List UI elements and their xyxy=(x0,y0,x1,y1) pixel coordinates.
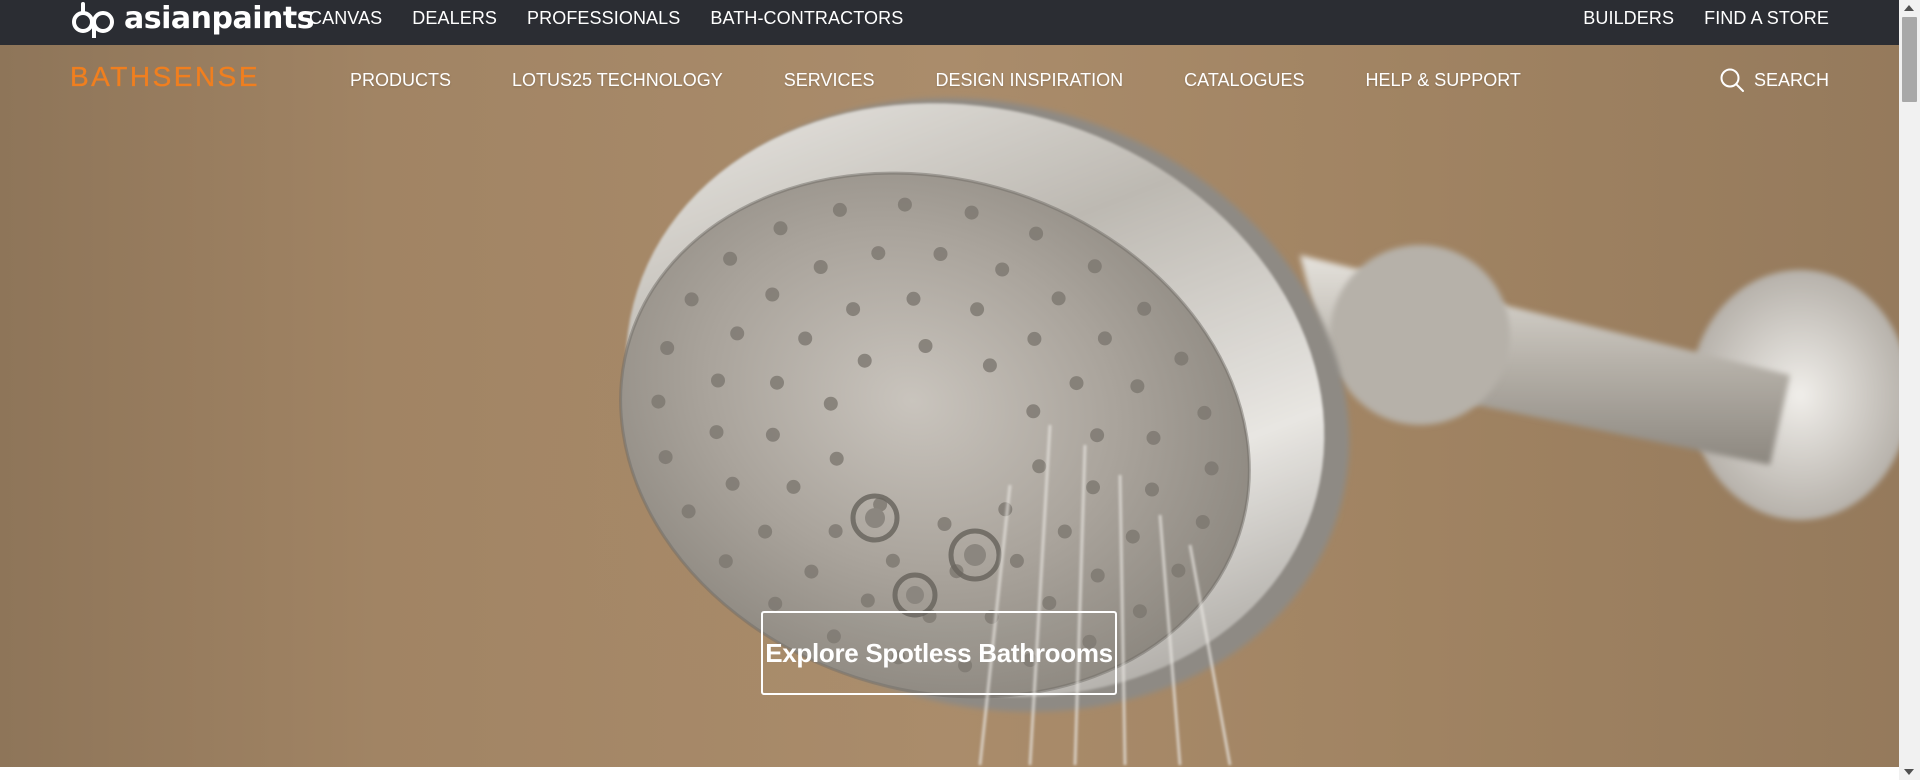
nozzle-dot xyxy=(658,450,673,465)
nozzle-dot xyxy=(1087,259,1102,274)
utility-link-bath-contractors[interactable]: BATH-CONTRACTORS xyxy=(710,8,903,29)
nozzle-dot xyxy=(758,524,773,539)
nozzle-dot xyxy=(1171,563,1186,578)
search-icon xyxy=(1720,68,1744,92)
nozzle-dot xyxy=(718,554,733,569)
nozzle-dot xyxy=(1125,529,1140,544)
nozzle-dot xyxy=(970,302,985,317)
scroll-down-icon[interactable] xyxy=(1904,769,1914,775)
nozzle-dot xyxy=(828,524,843,539)
nozzle-dot xyxy=(1042,596,1057,610)
nozzle-dot xyxy=(832,202,847,217)
nozzle-dot xyxy=(813,260,828,274)
nozzle-dot xyxy=(723,251,738,266)
scroll-up-icon[interactable] xyxy=(1904,5,1914,11)
asianpaints-logo-mark-icon xyxy=(72,2,114,38)
nozzle-dot xyxy=(998,502,1013,517)
nozzle-dot xyxy=(897,197,912,212)
nozzle-dot xyxy=(933,247,948,261)
nozzle-dot xyxy=(773,221,788,236)
nozzle-dot xyxy=(770,375,784,390)
nozzle-dot xyxy=(860,593,875,608)
nozzle-dot xyxy=(1090,568,1105,583)
nozzle-dot xyxy=(823,396,838,411)
nav-help-support[interactable]: HELP & SUPPORT xyxy=(1366,70,1521,91)
nozzle-dot xyxy=(1057,524,1072,539)
nav-design-inspiration[interactable]: DESIGN INSPIRATION xyxy=(935,70,1123,91)
nozzle-dot xyxy=(846,302,861,317)
nozzle-dot xyxy=(1069,376,1084,391)
bathsense-nav: BATHSENSE PRODUCTS LOTUS25 TECHNOLOGY SE… xyxy=(0,45,1899,115)
nozzle-dot xyxy=(765,427,780,442)
nozzle-dot xyxy=(684,292,699,307)
nozzle-dot xyxy=(1086,480,1100,495)
nozzle-dot xyxy=(798,331,813,346)
bathsense-logo[interactable]: BATHSENSE xyxy=(70,61,260,93)
utility-link-canvas[interactable]: CANVAS xyxy=(309,8,382,29)
nozzle-dot xyxy=(1132,604,1147,619)
nozzle-dot xyxy=(829,451,844,466)
nav-lotus25-technology[interactable]: LOTUS25 TECHNOLOGY xyxy=(512,70,723,91)
nozzle-dot xyxy=(1204,461,1219,476)
utility-link-professionals[interactable]: PROFESSIONALS xyxy=(527,8,680,29)
nozzle-dot xyxy=(786,479,801,494)
nozzle-dot xyxy=(918,339,933,353)
nozzle-dot xyxy=(1090,428,1105,443)
nozzle-dot xyxy=(1097,331,1112,346)
utility-link-find-a-store[interactable]: FIND A STORE xyxy=(1704,8,1829,29)
nozzle-dot xyxy=(964,205,979,220)
main-menu: PRODUCTS LOTUS25 TECHNOLOGY SERVICES DES… xyxy=(350,45,1582,115)
nozzle-dot xyxy=(995,262,1010,277)
nozzle-dot xyxy=(857,353,872,368)
utility-nav-right: BUILDERS FIND A STORE xyxy=(1583,0,1829,36)
nozzle-dot xyxy=(1174,351,1189,366)
scroll-thumb[interactable] xyxy=(1902,17,1917,102)
search-button[interactable]: SEARCH xyxy=(1719,45,1829,115)
nozzle-dot xyxy=(1137,301,1152,316)
nozzle-dot xyxy=(1032,459,1047,474)
explore-bathrooms-button[interactable]: Explore Spotless Bathrooms xyxy=(761,611,1117,695)
utility-bar: asianpaints CANVAS DEALERS PROFESSIONALS… xyxy=(0,0,1899,45)
asianpaints-wordmark: asianpaints xyxy=(124,1,315,36)
asianpaints-logo[interactable]: asianpaints xyxy=(70,0,315,38)
nozzle-dot xyxy=(1027,331,1042,346)
search-label: SEARCH xyxy=(1753,69,1829,90)
nozzle-dot xyxy=(709,425,724,440)
nozzle-dot xyxy=(1029,226,1044,241)
nozzle-dot xyxy=(681,504,696,519)
nozzle-dot xyxy=(1130,379,1145,394)
nozzle-dot xyxy=(765,287,780,302)
utility-link-dealers[interactable]: DEALERS xyxy=(412,8,497,29)
nozzle-dot xyxy=(725,476,740,491)
utility-nav-left: CANVAS DEALERS PROFESSIONALS BATH-CONTRA… xyxy=(309,0,903,36)
nozzle-dot xyxy=(1146,430,1161,445)
nozzle-dot xyxy=(885,553,900,568)
nozzle-dot xyxy=(730,326,745,341)
nozzle-dot xyxy=(804,564,819,579)
nozzle-dot xyxy=(1026,404,1041,419)
nozzle-dot xyxy=(871,246,886,261)
nav-products[interactable]: PRODUCTS xyxy=(350,70,451,91)
nozzle-dot xyxy=(660,341,675,355)
nozzle-dot xyxy=(906,291,921,306)
nozzle-dot xyxy=(1009,553,1024,568)
nozzle-dot xyxy=(1051,291,1066,306)
nozzle-dot xyxy=(651,394,666,409)
nozzle-dot xyxy=(982,358,997,373)
nozzle-dot xyxy=(1195,515,1210,529)
utility-link-builders[interactable]: BUILDERS xyxy=(1583,8,1674,29)
nozzle-dot xyxy=(1145,482,1159,497)
nozzle-dot xyxy=(711,373,725,388)
nav-catalogues[interactable]: CATALOGUES xyxy=(1184,70,1304,91)
nav-services[interactable]: SERVICES xyxy=(784,70,875,91)
nozzle-dot xyxy=(937,517,952,531)
nozzle-dot xyxy=(768,596,783,611)
nozzle-dot xyxy=(1197,405,1212,420)
page-scrollbar[interactable] xyxy=(1899,0,1920,780)
